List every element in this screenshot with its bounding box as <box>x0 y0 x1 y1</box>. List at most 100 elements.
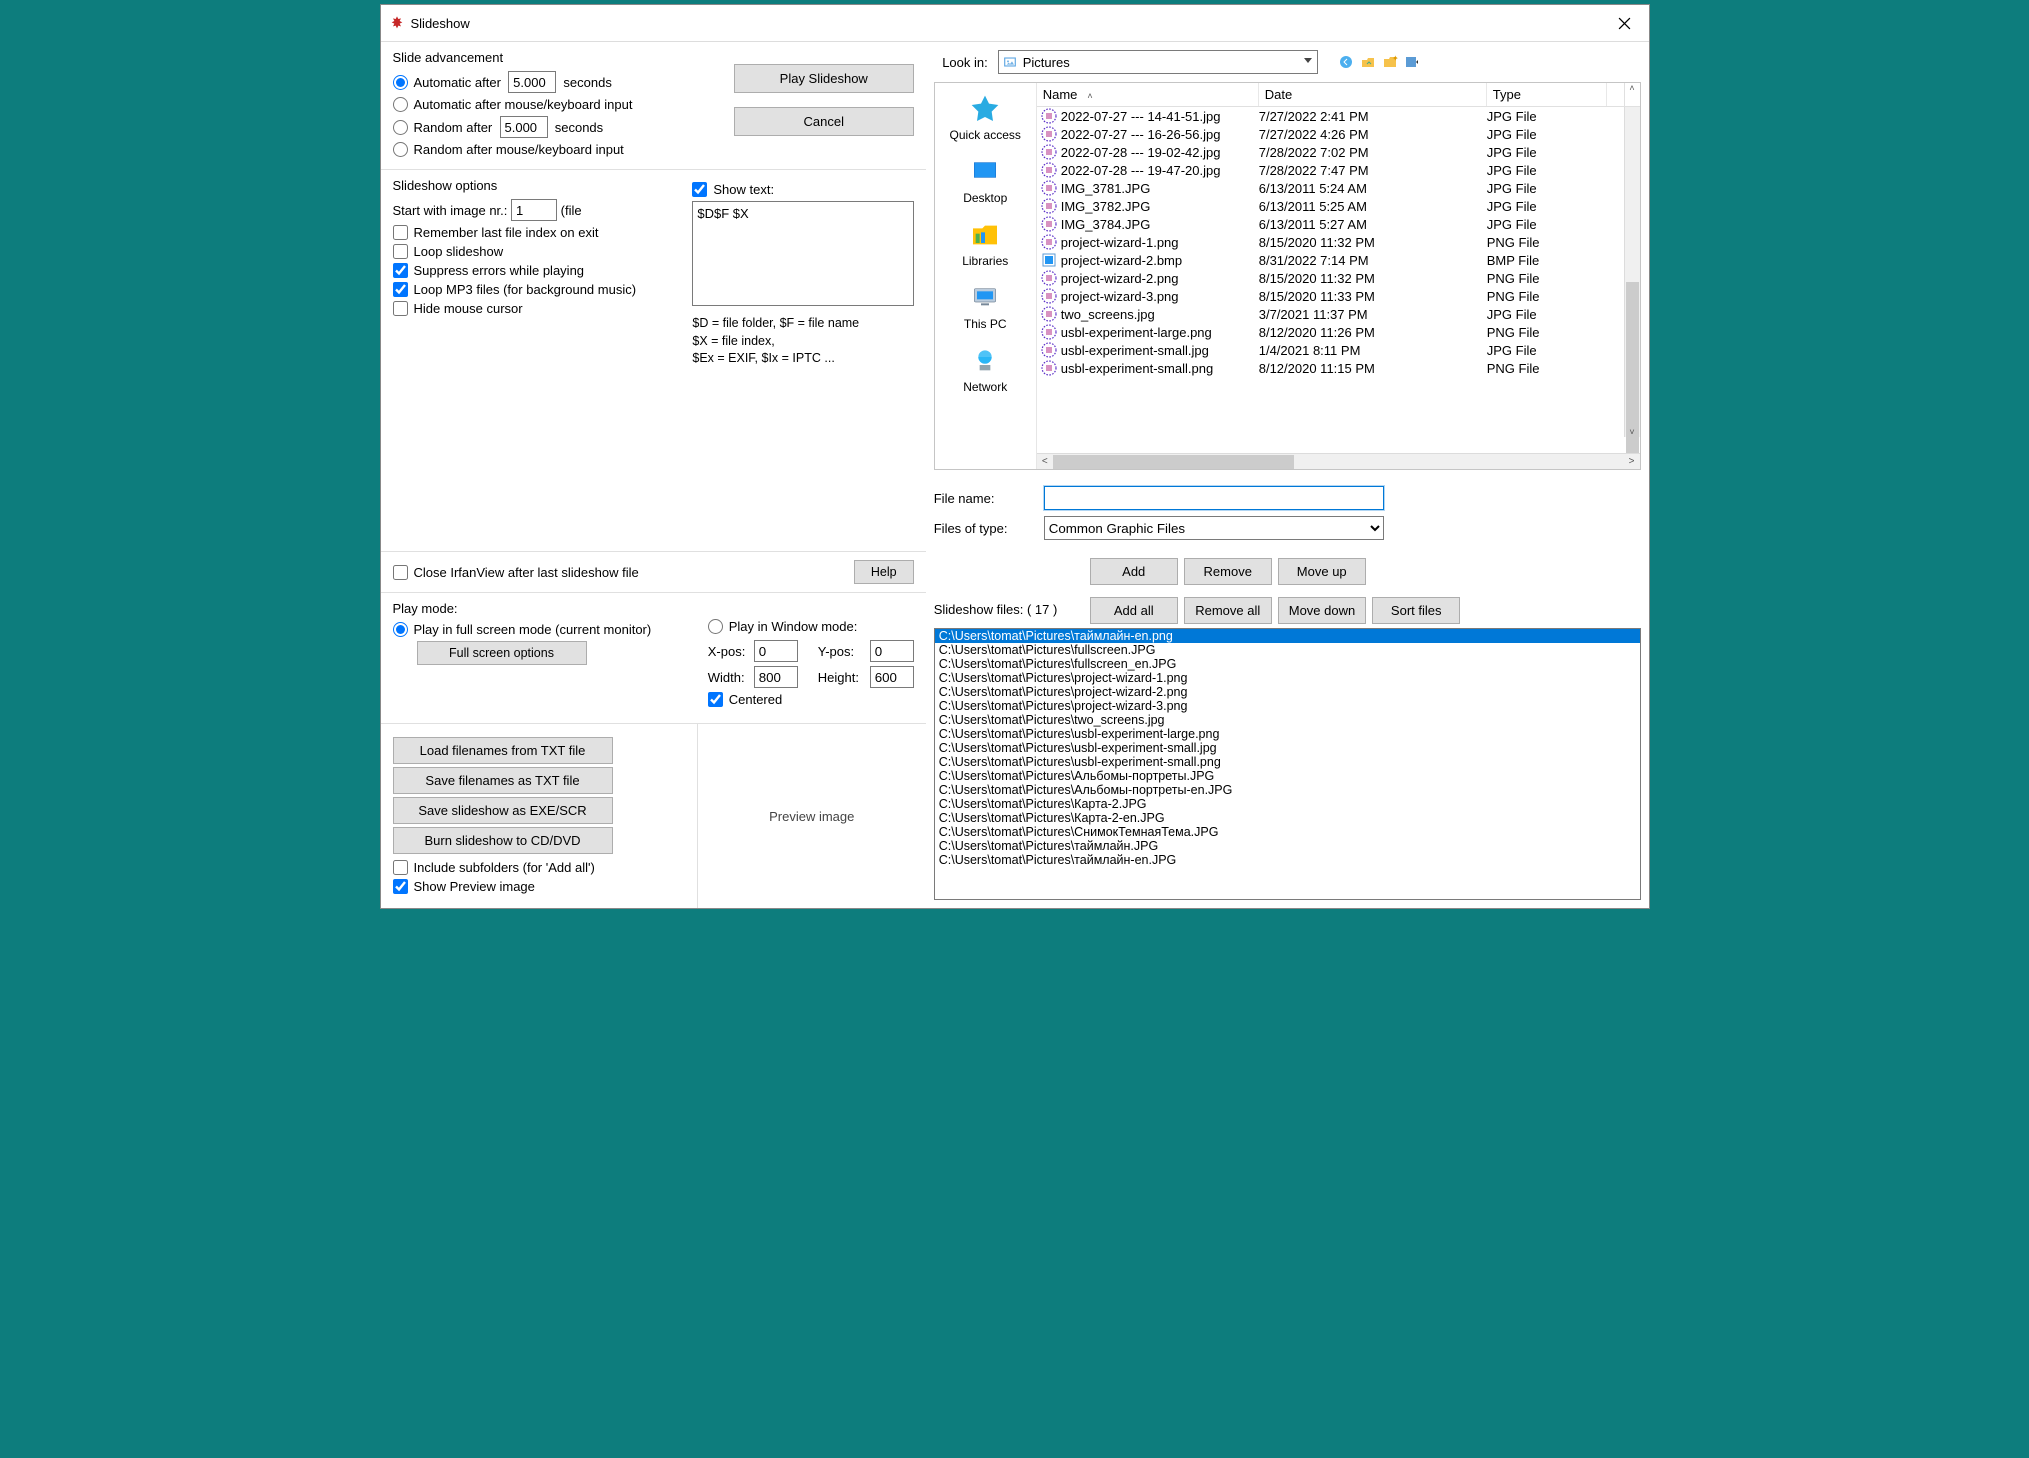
file-browser: Quick access Desktop Libraries This PC N… <box>934 82 1641 470</box>
random-after-seconds-input[interactable] <box>500 116 548 138</box>
movedown-button[interactable]: Move down <box>1278 597 1366 624</box>
file-row[interactable]: project-wizard-1.png8/15/2020 11:32 PMPN… <box>1037 233 1640 251</box>
file-icon <box>1041 126 1057 142</box>
col-name: Name˄ <box>1037 83 1259 106</box>
text-hint: $D = file folder, $F = file name $X = fi… <box>692 315 913 368</box>
height-input[interactable] <box>870 666 914 688</box>
width-input[interactable] <box>754 666 798 688</box>
slideshow-file-item[interactable]: C:\Users\tomat\Pictures\Карта-2.JPG <box>935 797 1640 811</box>
slideshow-file-item[interactable]: C:\Users\tomat\Pictures\Альбомы-портреты… <box>935 783 1640 797</box>
radio-random-input[interactable]: Random after mouse/keyboard input <box>393 142 624 157</box>
addall-button[interactable]: Add all <box>1090 597 1178 624</box>
vertical-scrollbar[interactable]: ˅ <box>1624 107 1640 437</box>
slideshow-file-item[interactable]: C:\Users\tomat\Pictures\Альбомы-портреты… <box>935 769 1640 783</box>
slideshow-file-item[interactable]: C:\Users\tomat\Pictures\таймлайн-en.png <box>935 629 1640 643</box>
check-loop-mp3[interactable]: Loop MP3 files (for background music) <box>393 282 637 297</box>
slideshow-file-item[interactable]: C:\Users\tomat\Pictures\таймлайн-en.JPG <box>935 853 1640 867</box>
cancel-button[interactable]: Cancel <box>734 107 914 136</box>
ypos-input[interactable] <box>870 640 914 662</box>
file-row[interactable]: 2022-07-28 --- 19-47-20.jpg7/28/2022 7:4… <box>1037 161 1640 179</box>
check-hide-cursor[interactable]: Hide mouse cursor <box>393 301 523 316</box>
place-desktop[interactable]: Desktop <box>963 156 1007 205</box>
radio-auto-input[interactable]: Automatic after mouse/keyboard input <box>393 97 633 112</box>
slideshow-file-item[interactable]: C:\Users\tomat\Pictures\Карта-2-en.JPG <box>935 811 1640 825</box>
back-icon[interactable] <box>1338 54 1354 70</box>
lookin-combo[interactable]: Pictures <box>998 50 1318 74</box>
file-row[interactable]: 2022-07-27 --- 14-41-51.jpg7/27/2022 2:4… <box>1037 107 1640 125</box>
radio-auto-after[interactable]: Automatic after <box>393 75 501 90</box>
file-row[interactable]: project-wizard-3.png8/15/2020 11:33 PMPN… <box>1037 287 1640 305</box>
slideshow-file-item[interactable]: C:\Users\tomat\Pictures\project-wizard-3… <box>935 699 1640 713</box>
check-loop-slideshow[interactable]: Loop slideshow <box>393 244 504 259</box>
horizontal-scrollbar[interactable]: ˂˃ <box>1037 453 1640 469</box>
check-show-preview[interactable]: Show Preview image <box>393 879 535 894</box>
radio-fullscreen[interactable]: Play in full screen mode (current monito… <box>393 622 652 637</box>
sort-button[interactable]: Sort files <box>1372 597 1460 624</box>
slideshow-file-item[interactable]: C:\Users\tomat\Pictures\СнимокТемнаяТема… <box>935 825 1640 839</box>
file-header[interactable]: Name˄ Date Type ˄ <box>1037 83 1640 107</box>
radio-window-mode[interactable]: Play in Window mode: <box>708 619 858 634</box>
place-quick-access[interactable]: Quick access <box>950 93 1021 142</box>
filename-input[interactable] <box>1044 486 1384 510</box>
file-row[interactable]: 2022-07-28 --- 19-02-42.jpg7/28/2022 7:0… <box>1037 143 1640 161</box>
file-row[interactable]: IMG_3781.JPG6/13/2011 5:24 AMJPG File <box>1037 179 1640 197</box>
start-nr-input[interactable] <box>511 199 557 221</box>
scroll-up-icon[interactable]: ˄ <box>1624 83 1640 106</box>
file-row[interactable]: project-wizard-2.bmp8/31/2022 7:14 PMBMP… <box>1037 251 1640 269</box>
file-list[interactable]: ˅ 2022-07-27 --- 14-41-51.jpg7/27/2022 2… <box>1037 107 1640 453</box>
slideshow-file-item[interactable]: C:\Users\tomat\Pictures\fullscreen.JPG <box>935 643 1640 657</box>
auto-after-seconds-input[interactable] <box>508 71 556 93</box>
radio-random-after[interactable]: Random after <box>393 120 493 135</box>
help-button[interactable]: Help <box>854 560 914 584</box>
slideshow-file-item[interactable]: C:\Users\tomat\Pictures\project-wizard-2… <box>935 685 1640 699</box>
file-row[interactable]: IMG_3784.JPG6/13/2011 5:27 AMJPG File <box>1037 215 1640 233</box>
file-row[interactable]: IMG_3782.JPG6/13/2011 5:25 AMJPG File <box>1037 197 1640 215</box>
slideshow-file-item[interactable]: C:\Users\tomat\Pictures\fullscreen_en.JP… <box>935 657 1640 671</box>
file-icon <box>1041 288 1057 304</box>
close-button[interactable] <box>1609 9 1641 37</box>
file-row[interactable]: 2022-07-27 --- 16-26-56.jpg7/27/2022 4:2… <box>1037 125 1640 143</box>
slideshow-file-item[interactable]: C:\Users\tomat\Pictures\two_screens.jpg <box>935 713 1640 727</box>
slideshow-file-item[interactable]: C:\Users\tomat\Pictures\usbl-experiment-… <box>935 741 1640 755</box>
fullscreen-options-button[interactable]: Full screen options <box>417 641 587 665</box>
file-row[interactable]: usbl-experiment-small.png8/12/2020 11:15… <box>1037 359 1640 377</box>
up-icon[interactable] <box>1360 54 1376 70</box>
file-icon <box>1041 198 1057 214</box>
load-from-txt-button[interactable]: Load filenames from TXT file <box>393 737 613 764</box>
save-as-exe-button[interactable]: Save slideshow as EXE/SCR <box>393 797 613 824</box>
file-row[interactable]: two_screens.jpg3/7/2021 11:37 PMJPG File <box>1037 305 1640 323</box>
burn-cd-button[interactable]: Burn slideshow to CD/DVD <box>393 827 613 854</box>
xpos-input[interactable] <box>754 640 798 662</box>
file-icon <box>1041 252 1057 268</box>
check-centered[interactable]: Centered <box>708 692 782 707</box>
slideshow-file-item[interactable]: C:\Users\tomat\Pictures\таймлайн.JPG <box>935 839 1640 853</box>
remove-button[interactable]: Remove <box>1184 558 1272 585</box>
add-button[interactable]: Add <box>1090 558 1178 585</box>
place-this-pc[interactable]: This PC <box>964 282 1007 331</box>
slideshow-file-item[interactable]: C:\Users\tomat\Pictures\usbl-experiment-… <box>935 727 1640 741</box>
place-libraries[interactable]: Libraries <box>962 219 1008 268</box>
play-slideshow-button[interactable]: Play Slideshow <box>734 64 914 93</box>
new-folder-icon[interactable]: ✦ <box>1382 54 1398 70</box>
check-show-text[interactable]: Show text: <box>692 182 774 197</box>
slideshow-file-item[interactable]: C:\Users\tomat\Pictures\usbl-experiment-… <box>935 755 1640 769</box>
moveup-button[interactable]: Move up <box>1278 558 1366 585</box>
slideshow-file-item[interactable]: C:\Users\tomat\Pictures\project-wizard-1… <box>935 671 1640 685</box>
check-include-subfolders[interactable]: Include subfolders (for 'Add all') <box>393 860 595 875</box>
file-icon <box>1041 108 1057 124</box>
file-icon <box>1041 324 1057 340</box>
slideshow-files-list[interactable]: C:\Users\tomat\Pictures\таймлайн-en.pngC… <box>934 628 1641 900</box>
file-row[interactable]: usbl-experiment-small.jpg1/4/2021 8:11 P… <box>1037 341 1640 359</box>
check-remember-index[interactable]: Remember last file index on exit <box>393 225 599 240</box>
file-row[interactable]: usbl-experiment-large.png8/12/2020 11:26… <box>1037 323 1640 341</box>
save-as-txt-button[interactable]: Save filenames as TXT file <box>393 767 613 794</box>
check-close-after-last[interactable]: Close IrfanView after last slideshow fil… <box>393 565 639 580</box>
file-row[interactable]: project-wizard-2.png8/15/2020 11:32 PMPN… <box>1037 269 1640 287</box>
filetype-combo[interactable]: Common Graphic Files <box>1044 516 1384 540</box>
check-suppress-errors[interactable]: Suppress errors while playing <box>393 263 585 278</box>
file-icon <box>1041 216 1057 232</box>
text-pattern-input[interactable]: $D$F $X <box>692 201 913 306</box>
place-network[interactable]: Network <box>963 345 1007 394</box>
removeall-button[interactable]: Remove all <box>1184 597 1272 624</box>
view-menu-icon[interactable] <box>1404 54 1420 70</box>
